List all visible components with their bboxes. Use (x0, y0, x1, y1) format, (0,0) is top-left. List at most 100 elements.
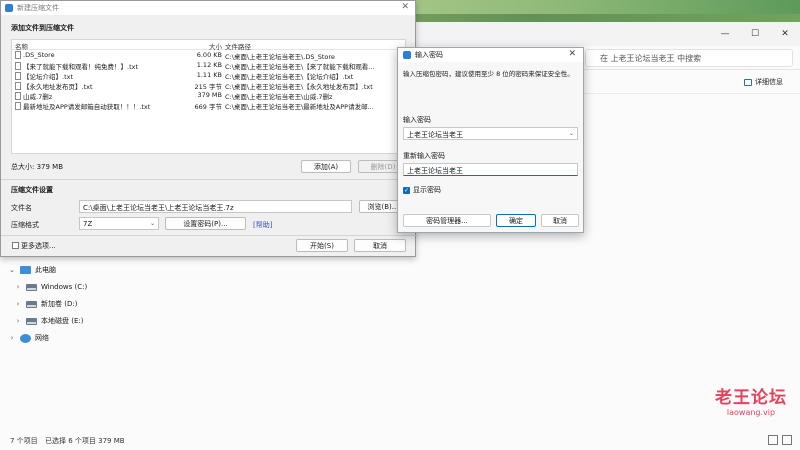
chevron-right-icon[interactable]: › (14, 283, 22, 291)
view-toggle (768, 435, 792, 445)
close-icon[interactable]: ✕ (568, 49, 576, 59)
selection-info: 已选择 6 个项目 379 MB (45, 437, 125, 445)
filename-label: 文件名 (11, 204, 32, 212)
file-size: 1.11 KB (196, 71, 222, 79)
minimize-button[interactable]: — (710, 22, 740, 46)
tree-item-drive-d[interactable]: › 新加卷 (D:) (14, 296, 78, 312)
file-icon (15, 82, 21, 90)
computer-icon (20, 266, 31, 274)
maximize-button[interactable]: ☐ (740, 22, 770, 46)
drive-icon (26, 300, 37, 308)
password-input-value: 上老王论坛当老王 (407, 131, 463, 139)
chevron-right-icon[interactable]: › (8, 334, 16, 342)
password-input[interactable]: 上老王论坛当老王 ⌄ (403, 127, 578, 140)
details-pane-icon (744, 78, 752, 86)
show-password-label: 显示密码 (413, 186, 441, 194)
dialog-titlebar: 输入密码 ✕ (398, 48, 583, 62)
format-select[interactable]: 7Z ⌄ (79, 217, 159, 230)
tree-item-network[interactable]: › 网络 (8, 330, 49, 346)
file-row[interactable]: 【永久地址发布页】.txt 215 字节 C:\桌面\上老王论坛当老王\【永久地址发… (12, 80, 405, 91)
file-path: C:\桌面\上老王论坛当老王\最新地址及APP请发邮... (225, 103, 374, 111)
details-pane-label: 详细信息 (755, 78, 783, 86)
file-size: 669 字节 (194, 103, 222, 111)
close-button[interactable]: ✕ (770, 22, 800, 46)
file-list[interactable]: 名称 大小 文件路径 .DS_Store 6.00 KB C:\桌面\上老王论坛当老… (11, 39, 406, 154)
format-label: 压缩格式 (11, 221, 39, 229)
watermark-title: 老王论坛 (715, 388, 787, 408)
dialog-title: 新建压缩文件 (17, 4, 59, 12)
file-icon (15, 102, 21, 110)
search-input[interactable]: 在 上老王论坛当老王 中搜索 (585, 49, 793, 67)
chevron-right-icon[interactable]: › (14, 300, 22, 308)
drive-icon (26, 283, 37, 291)
more-options-checkbox[interactable] (12, 242, 19, 249)
watermark-logo: 老王论坛 laowang.vip (708, 383, 794, 417)
tree-item-label: Windows (C:) (41, 283, 88, 291)
ok-button[interactable]: 确定 (496, 214, 536, 227)
divider (1, 235, 417, 236)
file-row[interactable]: 山威.7删z 379 MB C:\桌面\上老王论坛当老王\山威.7删z (12, 90, 405, 101)
reenter-password-input[interactable]: 上老王论坛当老王 (403, 163, 578, 176)
file-icon (15, 72, 21, 80)
tiles-view-icon[interactable] (782, 435, 792, 445)
file-row[interactable]: 【来了就能下载和观看！纯免费！】.txt 1.12 KB C:\桌面\上老王论坛当老… (12, 60, 405, 71)
tree-item-drive-c[interactable]: › Windows (C:) (14, 279, 88, 295)
start-button[interactable]: 开始(S) (296, 239, 348, 252)
status-bar: 7 个项目 已选择 6 个项目 379 MB (0, 432, 800, 450)
tree-item-label: 本地磁盘 (E:) (41, 317, 84, 325)
add-button[interactable]: 添加(A) (301, 160, 351, 173)
details-pane-button[interactable]: 详细信息 (744, 77, 783, 87)
tree-item-label: 网络 (35, 334, 49, 342)
file-icon (15, 92, 21, 100)
reenter-password-label: 重新输入密码 (403, 152, 445, 160)
divider (1, 179, 417, 180)
file-size: 379 MB (197, 91, 222, 99)
dialog-titlebar: 新建压缩文件 ✕ (1, 1, 415, 15)
total-size: 总大小: 379 MB (11, 163, 64, 171)
app-icon (403, 51, 411, 59)
file-name: 最新地址及APP请发邮箱自动获取！！！.txt (23, 103, 151, 111)
set-password-button[interactable]: 设置密码(P)... (165, 217, 246, 230)
help-link[interactable]: [帮助] (253, 220, 272, 230)
tree-item-label: 新加卷 (D:) (41, 300, 78, 308)
file-size: 1.12 KB (196, 61, 222, 69)
cancel-button[interactable]: 取消 (354, 239, 406, 252)
close-icon[interactable]: ✕ (401, 2, 409, 12)
file-row[interactable]: .DS_Store 6.00 KB C:\桌面\上老王论坛当老王\.DS_Store (12, 50, 405, 61)
chevron-down-icon[interactable]: ⌄ (8, 266, 16, 274)
chevron-down-icon[interactable]: ⌄ (569, 130, 574, 137)
settings-section-label: 压缩文件设置 (11, 186, 53, 194)
app-icon (5, 4, 13, 12)
show-password-toggle[interactable]: ✓ 显示密码 (403, 185, 441, 195)
add-files-section-label: 添加文件到压缩文件 (11, 24, 74, 32)
tree-item-label: 此电脑 (35, 266, 56, 274)
file-row[interactable]: 最新地址及APP请发邮箱自动获取！！！.txt 669 字节 C:\桌面\上老王论坛… (12, 100, 405, 111)
password-manager-button[interactable]: 密码管理器... (403, 214, 491, 227)
window-controls: — ☐ ✕ (710, 22, 800, 46)
more-options-label: 更多选项... (21, 242, 56, 250)
file-name-cell: .DS_Store (15, 51, 55, 59)
watermark-subtitle: laowang.vip (726, 408, 776, 417)
format-select-value: 7Z (83, 220, 93, 228)
tree-item-drive-e[interactable]: › 本地磁盘 (E:) (14, 313, 84, 329)
network-icon (20, 333, 31, 343)
file-row[interactable]: 【论坛介绍】.txt 1.11 KB C:\桌面\上老王论坛当老王\【论坛介绍】.t… (12, 70, 405, 81)
chevron-down-icon: ⌄ (149, 220, 155, 227)
item-count: 7 个项目 (10, 437, 38, 445)
file-icon (15, 62, 21, 70)
filename-input[interactable]: C:\桌面\上老王论坛当老王\上老王论坛当老王.7z (79, 200, 352, 213)
file-icon (15, 51, 21, 59)
drive-icon (26, 317, 37, 325)
checkbox-checked-icon[interactable]: ✓ (403, 186, 410, 194)
file-name-cell: 最新地址及APP请发邮箱自动获取！！！.txt (15, 101, 150, 111)
tree-item-this-pc[interactable]: ⌄ 此电脑 (8, 262, 56, 278)
dialog-title: 输入密码 (415, 51, 443, 59)
enter-password-dialog: 输入密码 ✕ 输入压缩包密码，建议使用至少 8 位的密码来保证安全性。 输入密码… (397, 47, 584, 233)
file-size: 6.00 KB (196, 51, 222, 59)
details-view-icon[interactable] (768, 435, 778, 445)
cancel-button[interactable]: 取消 (541, 214, 579, 227)
enter-password-label: 输入密码 (403, 116, 431, 124)
file-list-header: 名称 大小 文件路径 (12, 40, 405, 51)
password-hint: 输入压缩包密码，建议使用至少 8 位的密码来保证安全性。 (403, 70, 574, 78)
chevron-right-icon[interactable]: › (14, 317, 22, 325)
